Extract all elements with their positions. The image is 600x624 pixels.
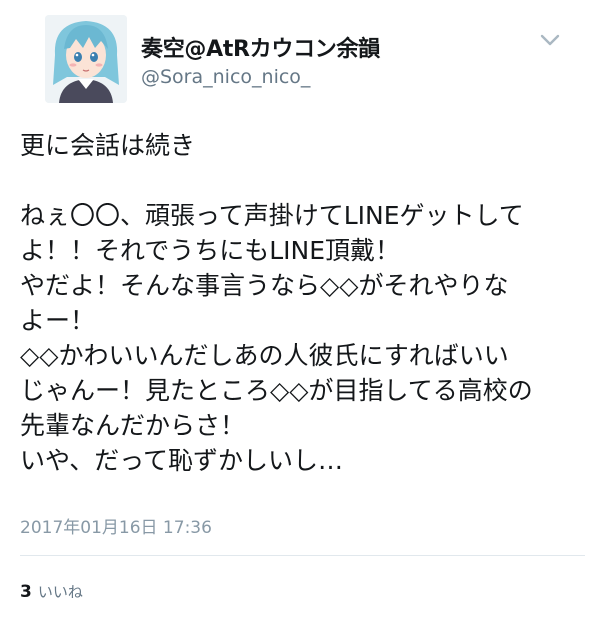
tweet-line: じゃんー！見たところ◇◇が目指してる高校の xyxy=(20,376,533,405)
tweet-line: 更に会話は続き xyxy=(20,131,196,160)
tweet-text: 更に会話は続き ねぇ〇〇、頑張って声掛けてLINEゲットして よ！！それでうちに… xyxy=(20,128,588,478)
chevron-down-icon xyxy=(540,34,560,46)
tweet-timestamp[interactable]: 2017年01月16日 17:36 xyxy=(20,513,212,538)
tweet-line: いや、だって恥ずかしいし… xyxy=(20,446,344,475)
author-avatar[interactable] xyxy=(45,15,127,103)
tweet-menu-button[interactable] xyxy=(535,28,565,52)
likes-label: いいね xyxy=(37,583,83,601)
tweet-line: ◇◇かわいいんだしあの人彼氏にすればいい xyxy=(20,341,509,370)
tweet-line: 先輩なんだからさ！ xyxy=(20,411,246,440)
divider xyxy=(20,555,585,556)
anime-avatar-icon xyxy=(45,15,127,103)
tweet-line: ねぇ〇〇、頑張って声掛けてLINEゲットして xyxy=(20,201,524,230)
likes-count: 3 xyxy=(20,582,32,602)
tweet-line: よ！！それでうちにもLINE頂戴！ xyxy=(20,236,401,265)
likes-stat[interactable]: 3 いいね xyxy=(20,581,83,602)
tweet-line: よー！ xyxy=(20,306,96,335)
author-display-name[interactable]: 奏空@AtRカウコン余韻 xyxy=(141,31,380,63)
tweet-line: やだよ！そんな事言うなら◇◇がそれやりな xyxy=(20,271,509,300)
author-handle[interactable]: @Sora_nico_nico_ xyxy=(141,66,310,88)
